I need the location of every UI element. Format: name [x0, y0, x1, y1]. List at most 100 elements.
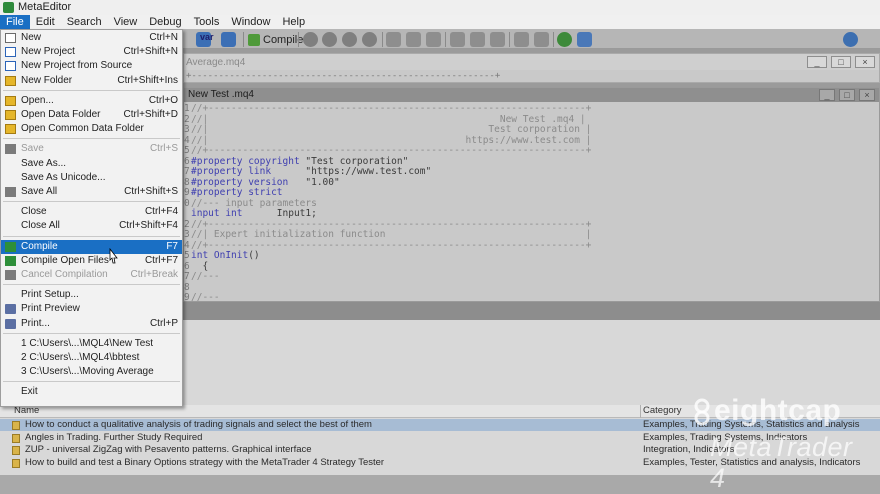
- file-menu-item[interactable]: Save Ctrl+S: [1, 142, 182, 156]
- code-text: //---: [191, 271, 220, 282]
- menu-item-shortcut: Ctrl+S: [149, 143, 178, 155]
- step-over-icon[interactable]: [406, 32, 421, 47]
- mouse-pointer-icon: [109, 248, 118, 264]
- column-category[interactable]: Category: [643, 405, 682, 416]
- file-menu-item[interactable]: Print... Ctrl+P: [1, 317, 182, 331]
- title-bar: MetaEditor: [0, 0, 880, 15]
- cancel-icon: [5, 270, 16, 280]
- file-menu-item[interactable]: Open Common Data Folder: [1, 122, 182, 136]
- file-menu-item[interactable]: 1 C:\Users\...\MQL4\New Test: [1, 337, 182, 351]
- menu-separator: [3, 89, 180, 91]
- menu-file[interactable]: File: [0, 15, 30, 29]
- help-icon[interactable]: [843, 32, 858, 47]
- close-icon[interactable]: ×: [855, 56, 875, 68]
- compile-button[interactable]: Compile: [248, 32, 303, 47]
- file-menu-item[interactable]: Save As Unicode...: [1, 171, 182, 185]
- menu-item-label: Close: [21, 206, 47, 218]
- close-icon[interactable]: ×: [859, 89, 875, 101]
- code-text: {: [191, 260, 209, 272]
- function-icon[interactable]: [221, 32, 236, 47]
- step-icon[interactable]: [322, 32, 337, 47]
- menu-item-label: Print...: [21, 317, 50, 329]
- menu-bar: File Edit Search View Debug Tools Window Help: [0, 15, 880, 29]
- copy-icon[interactable]: [514, 32, 529, 47]
- file-menu-item[interactable]: Compile F7: [1, 239, 182, 254]
- file-menu-item[interactable]: Close Ctrl+F4: [1, 205, 182, 219]
- menu-item-label: 1 C:\Users\...\MQL4\New Test: [21, 337, 154, 349]
- menu-item-label: New Project from Source: [21, 60, 133, 72]
- file-menu-item[interactable]: Save As...: [1, 157, 182, 171]
- file-menu-item[interactable]: 2 C:\Users\...\MQL4\bbtest: [1, 351, 182, 365]
- menu-item-shortcut: Ctrl+Shift+F4: [119, 220, 178, 232]
- outdent-icon[interactable]: [470, 32, 485, 47]
- start-debug-icon[interactable]: [303, 32, 318, 47]
- menu-separator: [3, 138, 180, 140]
- menu-separator: [3, 201, 180, 203]
- file-menu: New Ctrl+N New Project Ctrl+Shift+N New Proj…: [0, 29, 183, 407]
- file-menu-item[interactable]: Exit: [1, 385, 182, 399]
- file-menu-item[interactable]: Save All Ctrl+Shift+S: [1, 185, 182, 199]
- pause-icon[interactable]: [342, 32, 357, 47]
- line-number: 1: [184, 103, 190, 114]
- window-title: Average.mq4: [186, 57, 246, 68]
- code-keyword: #property link: [191, 166, 300, 177]
- var-label[interactable]: var: [200, 32, 214, 42]
- step-into-icon[interactable]: [386, 32, 401, 47]
- file-menu-item[interactable]: Cancel Compilation Ctrl+Break: [1, 268, 182, 282]
- menu-item-shortcut: Ctrl+F4: [144, 206, 178, 218]
- code-line: +---------------------------------------…: [186, 71, 501, 81]
- menu-search[interactable]: Search: [61, 15, 108, 29]
- menu-edit[interactable]: Edit: [30, 15, 61, 29]
- menu-tools[interactable]: Tools: [188, 15, 226, 29]
- file-menu-item[interactable]: Compile Open Files Ctrl+F7: [1, 254, 182, 268]
- stop-icon[interactable]: [362, 32, 377, 47]
- menu-window[interactable]: Window: [225, 15, 276, 29]
- file-menu-item[interactable]: New Folder Ctrl+Shift+Ins: [1, 74, 182, 88]
- menu-item-shortcut: F7: [166, 240, 178, 252]
- file-menu-item[interactable]: Close All Ctrl+Shift+F4: [1, 219, 182, 233]
- article-name: ZUP - universal ZigZag with Pesavento pa…: [25, 444, 312, 455]
- find-icon[interactable]: [534, 32, 549, 47]
- file-menu-item[interactable]: New Project Ctrl+Shift+N: [1, 45, 182, 59]
- editor-window-average[interactable]: Average.mq4 _ □ × +---------------------…: [183, 53, 880, 83]
- menu-item-label: Open Data Folder: [21, 109, 101, 120]
- menu-item-shortcut: Ctrl+Break: [130, 269, 178, 280]
- file-menu-item[interactable]: Open Data Folder Ctrl+Shift+D: [1, 108, 182, 122]
- step-out-icon[interactable]: [426, 32, 441, 47]
- minimize-icon[interactable]: _: [807, 56, 827, 68]
- file-menu-item[interactable]: Open... Ctrl+O: [1, 94, 182, 108]
- article-name: How to conduct a qualitative analysis of…: [25, 419, 372, 430]
- menu-separator: [3, 235, 180, 237]
- new-document-icon: [5, 33, 16, 43]
- menu-item-shortcut: Ctrl+Shift+Ins: [117, 74, 178, 86]
- maximize-icon[interactable]: □: [839, 89, 855, 101]
- window-caption: New Test .mq4 _ □ ×: [184, 88, 879, 102]
- file-menu-item[interactable]: Print Setup...: [1, 288, 182, 302]
- indent-icon[interactable]: [450, 32, 465, 47]
- code-keyword: input int: [191, 208, 243, 219]
- minimize-icon[interactable]: _: [819, 89, 835, 101]
- code-editor[interactable]: 1//+------------------------------------…: [184, 102, 879, 303]
- article-document-icon: [12, 433, 20, 443]
- menu-help[interactable]: Help: [276, 15, 311, 29]
- app-title: MetaEditor: [18, 1, 72, 13]
- code-keyword: #property version: [191, 176, 300, 188]
- save-all-icon: [5, 187, 16, 197]
- terminal-icon[interactable]: [577, 32, 592, 47]
- menu-item-label: Open...: [21, 94, 54, 106]
- code-line: 7//---: [184, 271, 220, 283]
- file-menu-item[interactable]: Print Preview: [1, 302, 182, 316]
- file-menu-item[interactable]: New Project from Source: [1, 59, 182, 73]
- menu-view[interactable]: View: [108, 15, 144, 29]
- editor-window-new-test[interactable]: New Test .mq4 _ □ × 1//+----------------…: [183, 87, 880, 303]
- menu-debug[interactable]: Debug: [143, 15, 187, 29]
- file-menu-item[interactable]: 3 C:\Users\...\Moving Average: [1, 365, 182, 379]
- maximize-icon[interactable]: □: [831, 56, 851, 68]
- bookmark-icon[interactable]: [490, 32, 505, 47]
- mql5-community-icon[interactable]: [557, 32, 572, 47]
- project-source-icon: [5, 61, 16, 72]
- file-menu-item[interactable]: New Ctrl+N: [1, 31, 182, 45]
- save-icon: [5, 144, 16, 155]
- code-value: Input1;: [242, 208, 317, 219]
- code-text: //| Expert initialization function |: [191, 229, 592, 240]
